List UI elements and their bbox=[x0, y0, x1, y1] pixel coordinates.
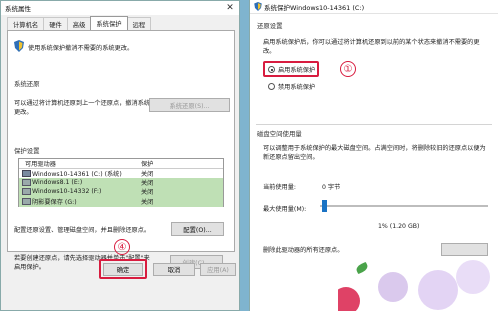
slider-value-text: 1% (1.20 GB) bbox=[378, 223, 420, 230]
enable-protection-label: 启用系统保护 bbox=[278, 67, 316, 74]
restore-section-title: 系统还原 bbox=[14, 80, 40, 88]
drive-icon bbox=[22, 170, 31, 177]
decor-blob bbox=[456, 260, 490, 294]
table-row[interactable]: Windows10-14361 (C:) (系统) 关闭 bbox=[19, 169, 223, 178]
decor-blob bbox=[378, 272, 408, 302]
restore-settings-title: 还原设置 bbox=[257, 22, 283, 30]
shield-icon bbox=[254, 2, 262, 11]
right-dialog-title: 系统保护Windows10-14361 (C:) bbox=[264, 3, 365, 12]
restore-settings-description: 启用系统保护后，你可以通过将计算机还原到以前的某个状态来撤消不需要的更改。 bbox=[263, 39, 480, 55]
system-restore-button[interactable]: 系统还原(S)... bbox=[149, 98, 230, 112]
left-dialog-title: 系统属性 bbox=[5, 5, 31, 13]
disable-protection-option[interactable]: 禁用系统保护 bbox=[268, 82, 315, 91]
drive-icon bbox=[22, 188, 31, 195]
max-usage-slider[interactable] bbox=[320, 200, 488, 212]
drive-status: 关闭 bbox=[141, 180, 154, 187]
drive-name: Windows8.1 (E:) bbox=[32, 179, 83, 186]
decorative-overlay bbox=[338, 252, 498, 311]
drive-name: 阴影要保存 (G:) bbox=[32, 199, 77, 206]
column-header-protection: 保护 bbox=[141, 161, 154, 168]
decor-blob bbox=[338, 287, 360, 311]
disk-usage-title: 磁盘空间使用量 bbox=[257, 130, 302, 138]
slider-thumb[interactable] bbox=[321, 200, 327, 212]
delete-description: 删除此驱动器的所有还原点。 bbox=[263, 247, 344, 254]
left-title-bar: 系统属性 bbox=[1, 1, 239, 15]
table-row[interactable]: Windows10-14332 (F:) 关闭 bbox=[19, 187, 223, 196]
drive-status: 关闭 bbox=[141, 171, 154, 178]
protection-section-title: 保护设置 bbox=[14, 147, 40, 155]
slider-track bbox=[320, 205, 488, 207]
close-icon[interactable]: ✕ bbox=[223, 2, 237, 13]
drive-name: Windows10-14361 (C:) (系统) bbox=[32, 171, 122, 178]
drive-status: 关闭 bbox=[141, 199, 154, 206]
configure-description: 配置还原设置、管理磁盘空间，并且删除还原点。 bbox=[14, 227, 151, 234]
max-usage-label: 最大使用量(M): bbox=[263, 206, 307, 213]
drive-icon bbox=[22, 198, 31, 205]
enable-protection-option[interactable]: 启用系统保护 bbox=[268, 65, 315, 74]
restore-description: 可以通过将计算机还原到上一个还原点，撤消系统更改。 bbox=[14, 100, 151, 116]
table-row[interactable]: Windows8.1 (E:) 关闭 bbox=[19, 178, 223, 187]
disable-protection-label: 禁用系统保护 bbox=[278, 84, 316, 91]
current-usage-value: 0 字节 bbox=[322, 184, 341, 191]
drive-name: Windows10-14332 (F:) bbox=[32, 188, 102, 195]
divider bbox=[256, 124, 492, 125]
configure-button[interactable]: 配置(O)... bbox=[171, 222, 224, 236]
table-header-row: 可用驱动器 保护 bbox=[19, 159, 223, 169]
shield-icon bbox=[14, 40, 24, 52]
enable-radio[interactable] bbox=[268, 66, 275, 73]
drive-status: 关闭 bbox=[141, 189, 154, 196]
right-title-bar: 系统保护Windows10-14361 (C:) bbox=[250, 0, 498, 14]
column-header-drive: 可用驱动器 bbox=[25, 161, 56, 168]
drive-icon bbox=[22, 179, 31, 186]
cancel-button[interactable]: 取消 bbox=[153, 263, 195, 276]
decor-blob bbox=[418, 270, 458, 310]
ok-button[interactable]: 确定 bbox=[103, 263, 143, 276]
tab-content-panel: 使用系统保护撤消不需要的系统更改。 系统还原 可以通过将计算机还原到上一个还原点… bbox=[7, 30, 235, 252]
disk-usage-description: 可以调整用于系统保护的最大磁盘空间。占满空间时，将删除较旧的还原点以便为新还原点… bbox=[263, 145, 486, 161]
callout-number-1: ① bbox=[340, 61, 356, 77]
tab-system-protection[interactable]: 系统保护 bbox=[90, 16, 128, 31]
current-usage-label: 当前使用量: bbox=[263, 184, 297, 191]
apply-button[interactable]: 应用(A) bbox=[200, 263, 236, 276]
callout-number-4: ④ bbox=[114, 239, 130, 255]
disable-radio[interactable] bbox=[268, 83, 275, 90]
decor-leaf-icon bbox=[354, 261, 370, 275]
intro-text: 使用系统保护撤消不需要的系统更改。 bbox=[28, 45, 134, 52]
system-properties-dialog: 系统属性 ✕ 计算机名 硬件 高级 系统保护 远程 使用系统保护撤消不需要的系统… bbox=[0, 0, 240, 311]
system-protection-dialog: 系统保护Windows10-14361 (C:) 还原设置 启用系统保护后，你可… bbox=[249, 0, 498, 311]
drive-table: 可用驱动器 保护 Windows10-14361 (C:) (系统) 关闭 Wi… bbox=[18, 158, 224, 207]
table-row[interactable]: 阴影要保存 (G:) 关闭 bbox=[19, 196, 223, 207]
